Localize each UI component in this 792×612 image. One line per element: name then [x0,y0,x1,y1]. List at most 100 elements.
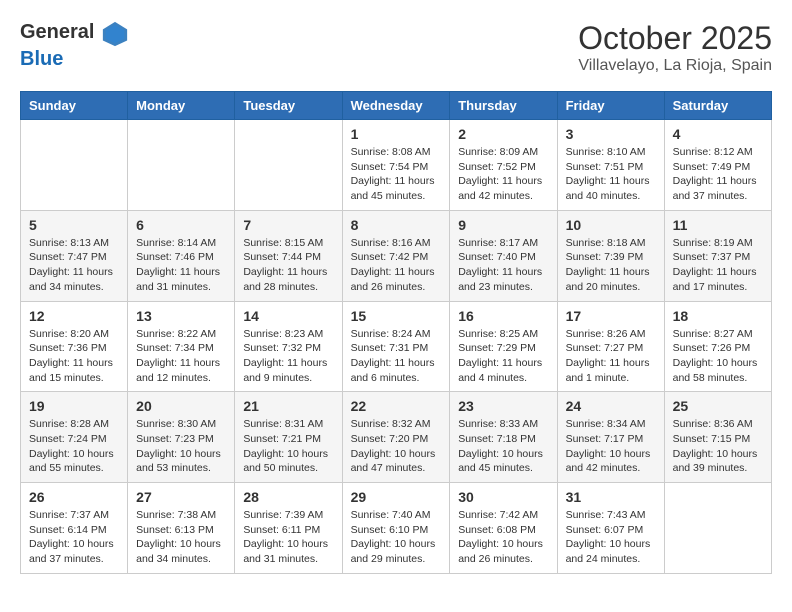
calendar-week-row: 26 Sunrise: 7:37 AM Sunset: 6:14 PM Dayli… [21,483,772,574]
calendar-cell: 2 Sunrise: 8:09 AM Sunset: 7:52 PM Daylig… [450,120,557,211]
page-header: General Blue October 2025 Villavelayo, L… [20,20,772,75]
calendar-cell: 12 Sunrise: 8:20 AM Sunset: 7:36 PM Dayli… [21,301,128,392]
calendar-cell: 17 Sunrise: 8:26 AM Sunset: 7:27 PM Dayli… [557,301,664,392]
day-number: 23 [458,398,548,414]
day-info: Sunrise: 8:28 AM Sunset: 7:24 PM Dayligh… [29,417,119,476]
calendar-cell: 20Sunrise: 8:30 AM Sunset: 7:23 PM Dayli… [128,392,235,483]
header-friday: Friday [557,92,664,120]
calendar-cell: 16 Sunrise: 8:25 AM Sunset: 7:29 PM Dayli… [450,301,557,392]
header-tuesday: Tuesday [235,92,342,120]
calendar-cell: 18Sunrise: 8:27 AM Sunset: 7:26 PM Dayli… [664,301,771,392]
day-number: 20 [136,398,226,414]
logo-text: General Blue [20,20,131,71]
day-number: 16 [458,308,548,324]
day-number: 27 [136,489,226,505]
day-info: Sunrise: 8:23 AM Sunset: 7:32 PM Dayligh… [243,327,333,386]
calendar-cell: 7Sunrise: 8:15 AM Sunset: 7:44 PM Daylig… [235,210,342,301]
day-number: 9 [458,217,548,233]
header-thursday: Thursday [450,92,557,120]
day-number: 3 [566,126,656,142]
day-number: 1 [351,126,442,142]
day-number: 30 [458,489,548,505]
day-info: Sunrise: 8:12 AM Sunset: 7:49 PM Dayligh… [673,145,763,204]
calendar-cell: 5 Sunrise: 8:13 AM Sunset: 7:47 PM Daylig… [21,210,128,301]
day-number: 24 [566,398,656,414]
calendar-week-row: 12 Sunrise: 8:20 AM Sunset: 7:36 PM Dayli… [21,301,772,392]
day-number: 28 [243,489,333,505]
location-title: Villavelayo, La Rioja, Spain [578,57,772,75]
calendar-cell: 15 Sunrise: 8:24 AM Sunset: 7:31 PM Dayli… [342,301,450,392]
calendar-cell: 24 Sunrise: 8:34 AM Sunset: 7:17 PM Dayli… [557,392,664,483]
day-info: Sunrise: 8:15 AM Sunset: 7:44 PM Dayligh… [243,236,333,295]
calendar-cell: 9Sunrise: 8:17 AM Sunset: 7:40 PM Daylig… [450,210,557,301]
day-info: Sunrise: 7:39 AM Sunset: 6:11 PM Dayligh… [243,508,333,567]
calendar-week-row: 1 Sunrise: 8:08 AM Sunset: 7:54 PM Daylig… [21,120,772,211]
day-info: Sunrise: 8:08 AM Sunset: 7:54 PM Dayligh… [351,145,442,204]
calendar-cell [235,120,342,211]
day-number: 6 [136,217,226,233]
calendar-cell: 27 Sunrise: 7:38 AM Sunset: 6:13 PM Dayli… [128,483,235,574]
day-info: Sunrise: 7:38 AM Sunset: 6:13 PM Dayligh… [136,508,226,567]
day-number: 2 [458,126,548,142]
day-info: Sunrise: 8:34 AM Sunset: 7:17 PM Dayligh… [566,417,656,476]
day-info: Sunrise: 8:14 AM Sunset: 7:46 PM Dayligh… [136,236,226,295]
calendar-cell: 4 Sunrise: 8:12 AM Sunset: 7:49 PM Daylig… [664,120,771,211]
calendar-cell [21,120,128,211]
day-info: Sunrise: 8:25 AM Sunset: 7:29 PM Dayligh… [458,327,548,386]
day-number: 25 [673,398,763,414]
calendar-cell: 14Sunrise: 8:23 AM Sunset: 7:32 PM Dayli… [235,301,342,392]
logo-icon [101,20,129,48]
calendar-cell: 19 Sunrise: 8:28 AM Sunset: 7:24 PM Dayli… [21,392,128,483]
calendar-cell: 21 Sunrise: 8:31 AM Sunset: 7:21 PM Dayli… [235,392,342,483]
day-info: Sunrise: 8:31 AM Sunset: 7:21 PM Dayligh… [243,417,333,476]
day-number: 17 [566,308,656,324]
day-info: Sunrise: 8:26 AM Sunset: 7:27 PM Dayligh… [566,327,656,386]
day-number: 31 [566,489,656,505]
day-number: 21 [243,398,333,414]
weekday-header-row: Sunday Monday Tuesday Wednesday Thursday… [21,92,772,120]
day-info: Sunrise: 8:16 AM Sunset: 7:42 PM Dayligh… [351,236,442,295]
day-info: Sunrise: 8:32 AM Sunset: 7:20 PM Dayligh… [351,417,442,476]
calendar-cell: 6 Sunrise: 8:14 AM Sunset: 7:46 PM Daylig… [128,210,235,301]
title-area: October 2025 Villavelayo, La Rioja, Spai… [578,20,772,75]
day-number: 8 [351,217,442,233]
logo: General Blue [20,20,131,71]
header-saturday: Saturday [664,92,771,120]
calendar-cell: 26 Sunrise: 7:37 AM Sunset: 6:14 PM Dayli… [21,483,128,574]
calendar-cell: 10Sunrise: 8:18 AM Sunset: 7:39 PM Dayli… [557,210,664,301]
day-number: 12 [29,308,119,324]
calendar-cell [128,120,235,211]
day-info: Sunrise: 8:13 AM Sunset: 7:47 PM Dayligh… [29,236,119,295]
calendar-cell: 31Sunrise: 7:43 AM Sunset: 6:07 PM Dayli… [557,483,664,574]
calendar-cell: 13Sunrise: 8:22 AM Sunset: 7:34 PM Dayli… [128,301,235,392]
day-number: 19 [29,398,119,414]
day-number: 10 [566,217,656,233]
header-monday: Monday [128,92,235,120]
calendar-week-row: 19 Sunrise: 8:28 AM Sunset: 7:24 PM Dayli… [21,392,772,483]
day-number: 26 [29,489,119,505]
calendar-cell: 1 Sunrise: 8:08 AM Sunset: 7:54 PM Daylig… [342,120,450,211]
day-info: Sunrise: 8:27 AM Sunset: 7:26 PM Dayligh… [673,327,763,386]
day-info: Sunrise: 8:22 AM Sunset: 7:34 PM Dayligh… [136,327,226,386]
calendar-cell: 28 Sunrise: 7:39 AM Sunset: 6:11 PM Dayli… [235,483,342,574]
calendar-cell: 29Sunrise: 7:40 AM Sunset: 6:10 PM Dayli… [342,483,450,574]
calendar-cell: 30 Sunrise: 7:42 AM Sunset: 6:08 PM Dayli… [450,483,557,574]
day-number: 15 [351,308,442,324]
day-number: 5 [29,217,119,233]
day-number: 4 [673,126,763,142]
calendar-cell [664,483,771,574]
day-info: Sunrise: 7:42 AM Sunset: 6:08 PM Dayligh… [458,508,548,567]
day-info: Sunrise: 8:20 AM Sunset: 7:36 PM Dayligh… [29,327,119,386]
logo-blue: Blue [20,48,63,70]
day-info: Sunrise: 8:36 AM Sunset: 7:15 PM Dayligh… [673,417,763,476]
day-info: Sunrise: 8:09 AM Sunset: 7:52 PM Dayligh… [458,145,548,204]
calendar-table: Sunday Monday Tuesday Wednesday Thursday… [20,91,772,574]
day-info: Sunrise: 8:24 AM Sunset: 7:31 PM Dayligh… [351,327,442,386]
calendar-cell: 3Sunrise: 8:10 AM Sunset: 7:51 PM Daylig… [557,120,664,211]
calendar-cell: 8 Sunrise: 8:16 AM Sunset: 7:42 PM Daylig… [342,210,450,301]
day-number: 22 [351,398,442,414]
day-number: 11 [673,217,763,233]
calendar-cell: 23Sunrise: 8:33 AM Sunset: 7:18 PM Dayli… [450,392,557,483]
day-number: 29 [351,489,442,505]
day-info: Sunrise: 7:37 AM Sunset: 6:14 PM Dayligh… [29,508,119,567]
